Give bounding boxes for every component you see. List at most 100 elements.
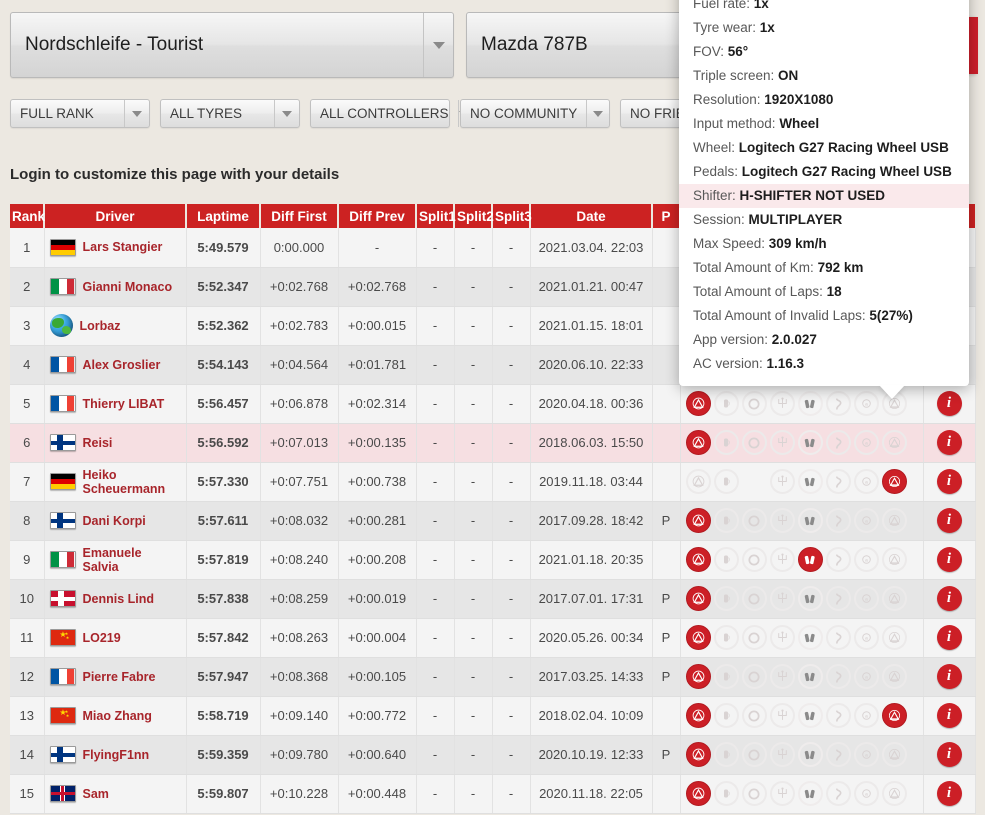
cell-driver[interactable]: Dennis Lind xyxy=(44,579,186,618)
filter-all-tyres[interactable]: ALL TYRES xyxy=(160,99,300,128)
cell-info[interactable]: i xyxy=(923,774,975,813)
chevron-down-icon[interactable] xyxy=(586,100,609,127)
abs-badge[interactable] xyxy=(686,664,711,689)
traction-control-badge[interactable] xyxy=(714,508,739,533)
cell-info[interactable]: i xyxy=(923,540,975,579)
shifter-badge[interactable] xyxy=(770,742,795,767)
shifter-badge[interactable] xyxy=(770,703,795,728)
cell-info[interactable]: i xyxy=(923,657,975,696)
table-row[interactable]: 14FlyingF1nn5:59.359+0:09.780+0:00.640--… xyxy=(10,735,975,774)
info-icon[interactable]: i xyxy=(937,547,962,572)
track-badge[interactable] xyxy=(826,586,851,611)
info-icon[interactable]: i xyxy=(937,742,962,767)
pedals-badge[interactable] xyxy=(798,430,823,455)
abs-badge[interactable] xyxy=(686,430,711,455)
column-header-p[interactable]: P xyxy=(652,204,680,228)
gearbox-badge[interactable]: a xyxy=(854,547,879,572)
cell-driver[interactable]: Reisi xyxy=(44,423,186,462)
tyre-badge[interactable] xyxy=(742,391,767,416)
gearbox-badge[interactable]: a xyxy=(854,703,879,728)
shifter-badge[interactable] xyxy=(770,391,795,416)
cell-info[interactable]: i xyxy=(923,618,975,657)
track-badge[interactable] xyxy=(826,391,851,416)
filter-all-controllers[interactable]: ALL CONTROLLERS xyxy=(310,99,450,128)
tyre-badge[interactable] xyxy=(742,703,767,728)
column-header-split3[interactable]: Split3 xyxy=(492,204,530,228)
cell-driver[interactable]: Lars Stangier xyxy=(44,228,186,267)
table-row[interactable]: 9Emanuele Salvia5:57.819+0:08.240+0:00.2… xyxy=(10,540,975,579)
gearbox-badge[interactable]: a xyxy=(854,508,879,533)
tyre-badge[interactable] xyxy=(742,508,767,533)
pedals-badge[interactable] xyxy=(798,508,823,533)
cell-driver[interactable]: ★★★Miao Zhang xyxy=(44,696,186,735)
abs-badge[interactable] xyxy=(686,703,711,728)
info-icon[interactable]: i xyxy=(937,508,962,533)
stability-badge[interactable] xyxy=(882,703,907,728)
abs-badge[interactable] xyxy=(686,469,711,494)
column-header-date[interactable]: Date xyxy=(530,204,652,228)
cell-driver[interactable]: Pierre Fabre xyxy=(44,657,186,696)
column-header-rank[interactable]: Rank xyxy=(10,204,44,228)
cell-info[interactable]: i xyxy=(923,696,975,735)
abs-badge[interactable] xyxy=(686,781,711,806)
cell-info[interactable]: i xyxy=(923,384,975,423)
cell-driver[interactable]: Heiko Scheuermann xyxy=(44,462,186,501)
tyre-badge[interactable] xyxy=(742,586,767,611)
traction-control-badge[interactable] xyxy=(714,781,739,806)
stability-badge[interactable] xyxy=(882,625,907,650)
traction-control-badge[interactable] xyxy=(714,664,739,689)
cell-driver[interactable]: Alex Groslier xyxy=(44,345,186,384)
traction-control-badge[interactable] xyxy=(714,625,739,650)
track-badge[interactable] xyxy=(826,742,851,767)
info-icon[interactable]: i xyxy=(937,664,962,689)
info-icon[interactable]: i xyxy=(937,586,962,611)
table-row[interactable]: 15Sam5:59.807+0:10.228+0:00.448---2020.1… xyxy=(10,774,975,813)
column-header-laptime[interactable]: Laptime xyxy=(186,204,260,228)
cell-info[interactable]: i xyxy=(923,462,975,501)
cell-info[interactable]: i xyxy=(923,579,975,618)
column-header-driver[interactable]: Driver xyxy=(44,204,186,228)
pedals-badge[interactable] xyxy=(798,742,823,767)
abs-badge[interactable] xyxy=(686,391,711,416)
info-icon[interactable]: i xyxy=(937,703,962,728)
pedals-badge[interactable] xyxy=(798,547,823,572)
cell-driver[interactable]: FlyingF1nn xyxy=(44,735,186,774)
cell-driver[interactable]: Gianni Monaco xyxy=(44,267,186,306)
track-badge[interactable] xyxy=(826,547,851,572)
cell-driver[interactable]: Lorbaz xyxy=(44,306,186,345)
table-row[interactable]: 7Heiko Scheuermann5:57.330+0:07.751+0:00… xyxy=(10,462,975,501)
abs-badge[interactable] xyxy=(686,508,711,533)
traction-control-badge[interactable] xyxy=(714,547,739,572)
traction-control-badge[interactable] xyxy=(714,391,739,416)
cell-driver[interactable]: Emanuele Salvia xyxy=(44,540,186,579)
shifter-badge[interactable] xyxy=(770,586,795,611)
track-badge[interactable] xyxy=(826,469,851,494)
chevron-down-icon[interactable] xyxy=(423,13,453,77)
table-row[interactable]: 5Thierry LIBAT5:56.457+0:06.878+0:02.314… xyxy=(10,384,975,423)
table-row[interactable]: 8Dani Korpi5:57.611+0:08.032+0:00.281---… xyxy=(10,501,975,540)
column-header-split1[interactable]: Split1 xyxy=(416,204,454,228)
column-header-diff-prev[interactable]: Diff Prev xyxy=(338,204,416,228)
traction-control-badge[interactable] xyxy=(714,430,739,455)
info-icon[interactable]: i xyxy=(937,469,962,494)
tyre-badge[interactable] xyxy=(742,430,767,455)
track-select[interactable]: Nordschleife - Tourist xyxy=(10,12,454,78)
pedals-badge[interactable] xyxy=(798,391,823,416)
tyre-badge[interactable] xyxy=(742,664,767,689)
stability-badge[interactable] xyxy=(882,586,907,611)
chevron-down-icon[interactable] xyxy=(274,100,299,127)
track-badge[interactable] xyxy=(826,625,851,650)
gearbox-badge[interactable]: a xyxy=(854,391,879,416)
gearbox-badge[interactable]: a xyxy=(854,781,879,806)
column-header-diff-first[interactable]: Diff First xyxy=(260,204,338,228)
info-icon[interactable]: i xyxy=(937,391,962,416)
stability-badge[interactable] xyxy=(882,508,907,533)
stability-badge[interactable] xyxy=(882,742,907,767)
chevron-down-icon[interactable] xyxy=(124,100,149,127)
column-header-split2[interactable]: Split2 xyxy=(454,204,492,228)
shifter-badge[interactable] xyxy=(770,625,795,650)
traction-control-badge[interactable] xyxy=(714,703,739,728)
shifter-badge[interactable] xyxy=(770,508,795,533)
stability-badge[interactable] xyxy=(882,547,907,572)
traction-control-badge[interactable] xyxy=(714,742,739,767)
